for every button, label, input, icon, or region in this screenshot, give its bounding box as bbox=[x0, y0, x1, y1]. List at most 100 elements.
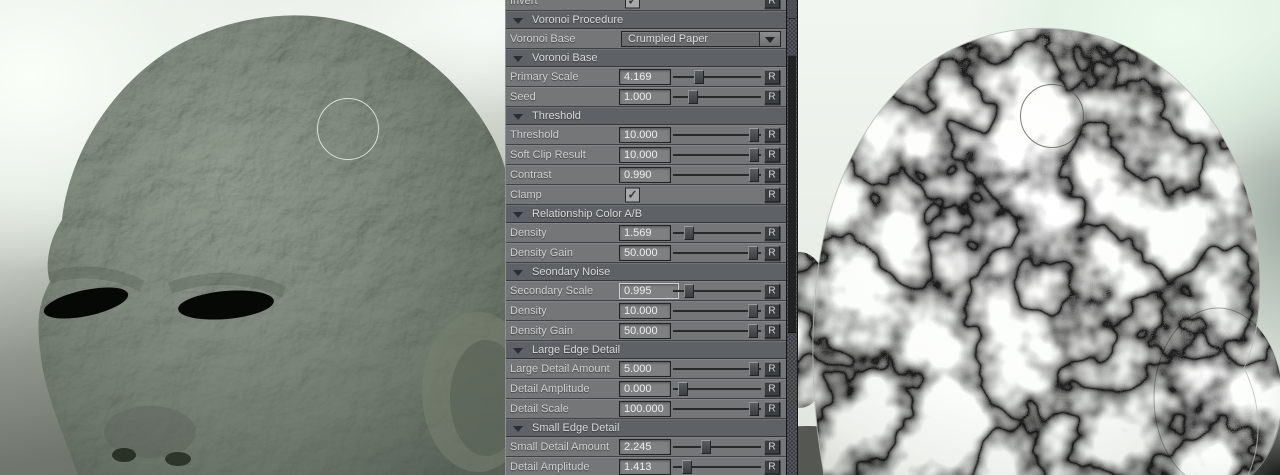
panel-scrollbar[interactable] bbox=[786, 0, 798, 475]
slider-thumb-contrast[interactable] bbox=[749, 168, 759, 182]
collapse-triangle-icon[interactable] bbox=[513, 270, 523, 276]
reset-button-invert[interactable]: R bbox=[764, 0, 780, 9]
reset-button-soft-clip-result[interactable]: R bbox=[764, 148, 780, 163]
value-field-density-gain[interactable]: 50.000 bbox=[619, 245, 671, 261]
value-field-detail-amplitude[interactable]: 0.000 bbox=[619, 381, 671, 397]
value-field-soft-clip-result[interactable]: 10.000 bbox=[619, 147, 671, 163]
section-title: Small Edge Detail bbox=[532, 422, 619, 434]
param-label-contrast: Contrast bbox=[510, 169, 552, 181]
value-field-threshold[interactable]: 10.000 bbox=[619, 127, 671, 143]
reset-button-small-detail-amount[interactable]: R bbox=[764, 440, 780, 455]
param-label-soft-clip-result: Soft Clip Result bbox=[510, 149, 586, 161]
section-header-large-edge-detail: Large Edge Detail bbox=[506, 341, 786, 359]
value-field-density[interactable]: 10.000 bbox=[619, 303, 671, 319]
collapse-triangle-icon[interactable] bbox=[513, 18, 523, 24]
reset-button-large-detail-amount[interactable]: R bbox=[764, 362, 780, 377]
slider-thumb-small-detail-amount[interactable] bbox=[701, 440, 711, 454]
reset-button-primary-scale[interactable]: R bbox=[764, 70, 780, 85]
reset-button-density[interactable]: R bbox=[764, 304, 780, 319]
section-title: Threshold bbox=[532, 110, 581, 122]
reset-button-density-gain[interactable]: R bbox=[764, 324, 780, 339]
section-header-seondary-noise: Seondary Noise bbox=[506, 263, 786, 281]
slider-track-threshold[interactable] bbox=[673, 134, 761, 136]
value-field-seed[interactable]: 1.000 bbox=[619, 89, 671, 105]
slider-thumb-primary-scale[interactable] bbox=[694, 70, 704, 84]
scrollbar-top-cap bbox=[788, 0, 796, 19]
param-label-detail-amplitude: Detail Amplitude bbox=[510, 383, 590, 395]
dropdown-value-voronoi-base: Crumpled Paper bbox=[628, 32, 708, 46]
section-title: Relationship Color A/B bbox=[532, 208, 642, 220]
param-label-seed: Seed bbox=[510, 91, 536, 103]
slider-track-contrast[interactable] bbox=[673, 174, 761, 176]
param-label-detail-scale: Detail Scale bbox=[510, 403, 569, 415]
slider-track-soft-clip-result[interactable] bbox=[673, 154, 761, 156]
reset-button-threshold[interactable]: R bbox=[764, 128, 780, 143]
right-3d-viewport[interactable] bbox=[798, 0, 1280, 475]
slider-thumb-detail-scale[interactable] bbox=[749, 402, 759, 416]
reset-button-seed[interactable]: R bbox=[764, 90, 780, 105]
dropdown-voronoi-base[interactable]: Crumpled Paper bbox=[621, 31, 781, 47]
slider-thumb-soft-clip-result[interactable] bbox=[749, 148, 759, 162]
value-field-detail-amplitude[interactable]: 1.413 bbox=[619, 459, 671, 475]
slider-track-small-detail-amount[interactable] bbox=[673, 446, 761, 448]
reset-button-secondary-scale[interactable]: R bbox=[764, 284, 780, 299]
slider-thumb-secondary-scale[interactable] bbox=[684, 284, 694, 298]
param-label-large-detail-amount: Large Detail Amount bbox=[510, 363, 610, 375]
scrollbar-thumb[interactable] bbox=[788, 55, 796, 333]
checkbox-clamp[interactable]: ✓ bbox=[625, 188, 640, 203]
param-row-density-gain: Density Gain 50.000 R bbox=[506, 321, 786, 341]
collapse-triangle-icon[interactable] bbox=[513, 212, 523, 218]
collapse-triangle-icon[interactable] bbox=[513, 56, 523, 62]
section-header-voronoi-base: Voronoi Base bbox=[506, 49, 786, 67]
value-field-secondary-scale[interactable]: 0.995 bbox=[619, 283, 679, 299]
param-label-clamp: Clamp bbox=[510, 189, 542, 201]
param-row-voronoi-base: Voronoi BaseCrumpled Paper bbox=[506, 29, 786, 49]
param-row-clamp: Clamp ✓ R bbox=[506, 185, 786, 205]
value-field-detail-scale[interactable]: 100.000 bbox=[619, 401, 671, 417]
section-title: Seondary Noise bbox=[532, 266, 610, 278]
section-header-relationship-color-a-b: Relationship Color A/B bbox=[506, 205, 786, 223]
value-field-density-gain[interactable]: 50.000 bbox=[619, 323, 671, 339]
application-window: Invert✓RVoronoi ProcedureVoronoi BaseCru… bbox=[0, 0, 1280, 475]
left-3d-viewport[interactable] bbox=[0, 0, 505, 475]
collapse-triangle-icon[interactable] bbox=[513, 426, 523, 432]
reset-button-density[interactable]: R bbox=[764, 226, 780, 241]
slider-track-detail-scale[interactable] bbox=[673, 408, 761, 410]
section-title: Voronoi Procedure bbox=[532, 14, 623, 26]
reset-button-detail-scale[interactable]: R bbox=[764, 402, 780, 417]
slider-thumb-threshold[interactable] bbox=[749, 128, 759, 142]
slider-thumb-density[interactable] bbox=[748, 304, 758, 318]
value-field-density[interactable]: 1.569 bbox=[619, 225, 671, 241]
reset-button-detail-amplitude[interactable]: R bbox=[764, 460, 780, 475]
reset-button-density-gain[interactable]: R bbox=[764, 246, 780, 261]
value-field-small-detail-amount[interactable]: 2.245 bbox=[619, 439, 671, 455]
dropdown-arrow-button[interactable] bbox=[759, 32, 780, 46]
param-row-large-detail-amount: Large Detail Amount 5.000 R bbox=[506, 359, 786, 379]
collapse-triangle-icon[interactable] bbox=[513, 114, 523, 120]
slider-thumb-detail-amplitude[interactable] bbox=[682, 460, 692, 474]
slider-track-large-detail-amount[interactable] bbox=[673, 368, 761, 370]
section-header-threshold: Threshold bbox=[506, 107, 786, 125]
reset-button-clamp[interactable]: R bbox=[764, 188, 780, 203]
slider-track-seed[interactable] bbox=[673, 96, 761, 98]
reset-button-detail-amplitude[interactable]: R bbox=[764, 382, 780, 397]
slider-thumb-detail-amplitude[interactable] bbox=[678, 382, 688, 396]
reset-button-contrast[interactable]: R bbox=[764, 168, 780, 183]
slider-track-primary-scale[interactable] bbox=[673, 76, 761, 78]
param-row-secondary-scale: Secondary Scale0.995R bbox=[506, 281, 786, 301]
slider-thumb-density-gain[interactable] bbox=[748, 324, 758, 338]
param-label-density-gain: Density Gain bbox=[510, 325, 573, 337]
slider-thumb-density-gain[interactable] bbox=[748, 246, 758, 260]
param-label-density: Density bbox=[510, 227, 547, 239]
value-field-primary-scale[interactable]: 4.169 bbox=[619, 69, 671, 85]
param-row-threshold: Threshold10.000R bbox=[506, 125, 786, 145]
param-label-invert: Invert bbox=[510, 0, 538, 7]
slider-thumb-density[interactable] bbox=[684, 226, 694, 240]
slider-thumb-seed[interactable] bbox=[688, 90, 698, 104]
value-field-contrast[interactable]: 0.990 bbox=[619, 167, 671, 183]
value-field-large-detail-amount[interactable]: 5.000 bbox=[619, 361, 671, 377]
section-title: Large Edge Detail bbox=[532, 344, 620, 356]
checkbox-invert[interactable]: ✓ bbox=[625, 0, 640, 9]
slider-thumb-large-detail-amount[interactable] bbox=[749, 362, 759, 376]
collapse-triangle-icon[interactable] bbox=[513, 348, 523, 354]
